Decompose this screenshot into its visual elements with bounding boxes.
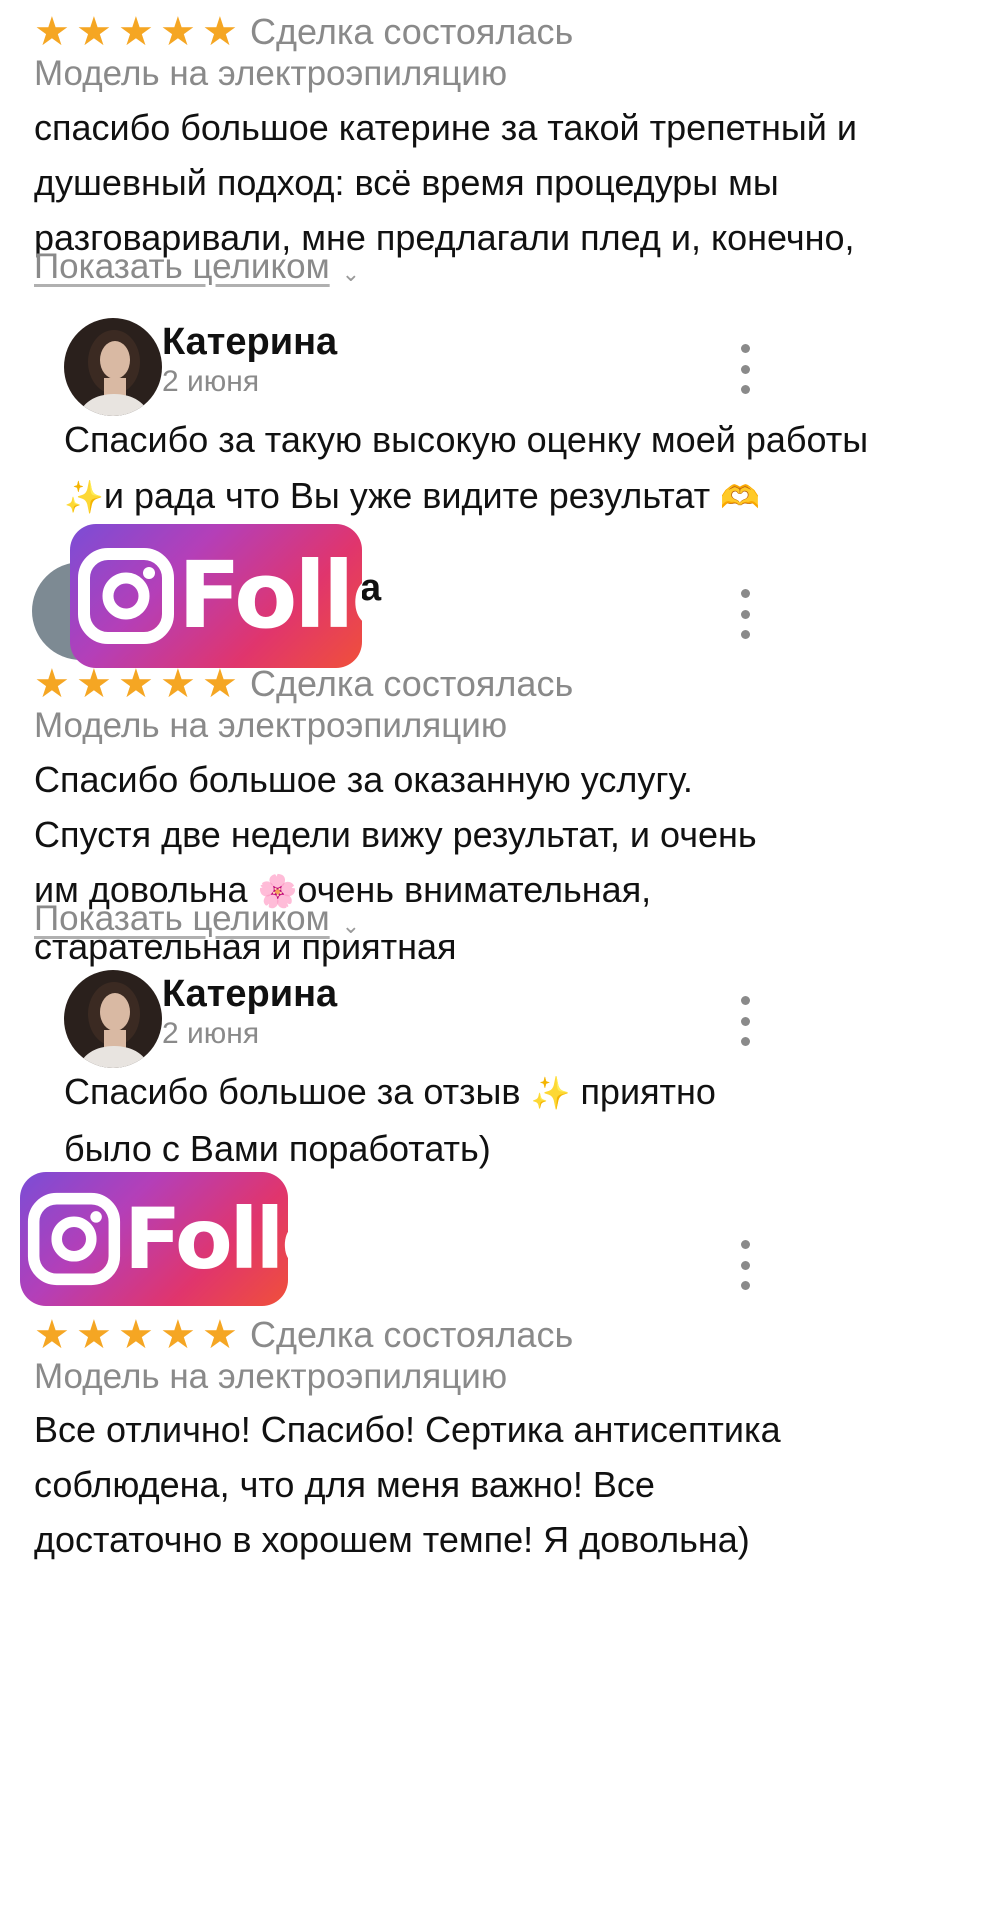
rating-stars: ★ ★ ★ ★ ★ Сделка состоялась [34,1313,573,1357]
chevron-down-icon: ⌄ [341,260,361,286]
avatar-photo [64,970,162,1068]
show-more-link[interactable]: Показать целиком ⌄ [34,245,360,289]
rating-stars: ★ ★ ★ ★ ★ Сделка состоялась [34,10,573,54]
reply-text-part: и рада что Вы уже видите результат [103,475,711,516]
star-icon: ★ [160,662,196,706]
star-icon: ★ [76,10,112,54]
instagram-icon [78,548,174,644]
reply-text: Спасибо большое за отзыв ✨ приятно было … [64,1064,764,1177]
follow-label: Follow [124,1190,288,1288]
instagram-icon [27,1192,121,1286]
service-name: Модель на электроэпиляцию [34,54,508,93]
sparkles-emoji: ✨ [64,479,104,515]
star-icon: ★ [76,1313,112,1357]
review-text: Все отлично! Спасибо! Сертика антисептик… [34,1409,781,1560]
reply-date: 2 июня [162,365,260,398]
reply-author: Катерина [162,973,338,1015]
avatar-photo [64,318,162,416]
star-icon: ★ [118,662,154,706]
reply-date: 2 июня [162,1017,260,1050]
star-icon: ★ [34,10,70,54]
service-name: Модель на электроэпиляцию [34,706,508,745]
avatar[interactable] [64,318,162,416]
star-icon: ★ [160,1313,196,1357]
star-icon: ★ [34,662,70,706]
star-icon: ★ [160,10,196,54]
instagram-follow-badge[interactable]: Follow [70,524,362,668]
heart-hands-emoji: 🫶 [720,479,760,515]
reply-text-part: Спасибо большое за отзыв [64,1071,521,1112]
show-more-label: Показать целиком [34,899,330,938]
star-icon: ★ [118,10,154,54]
reply-author: Катерина [162,321,338,363]
reply-text: Спасибо за такую высокую оценку моей раб… [64,412,944,525]
avatar[interactable] [64,970,162,1068]
more-options-icon[interactable] [730,344,760,394]
reply-text-part: Спасибо за такую высокую оценку моей раб… [64,419,869,460]
sparkles-emoji: ✨ [530,1075,571,1111]
show-more-label: Показать целиком [34,247,330,286]
chevron-down-icon: ⌄ [341,912,361,938]
star-icon: ★ [76,662,112,706]
follow-label: Follow [178,542,362,649]
service-name: Модель на электроэпиляцию [34,1357,508,1396]
star-icon: ★ [118,1313,154,1357]
reviewer-name: а [360,567,382,609]
show-more-link[interactable]: Показать целиком ⌄ [34,897,360,941]
rating-stars: ★ ★ ★ ★ ★ Сделка состоялась [34,662,573,706]
deal-status: Сделка состоялась [250,663,574,704]
review-text: спасибо большое катерине за такой трепет… [34,107,857,258]
deal-status: Сделка состоялась [250,1314,574,1355]
star-icon: ★ [202,1313,238,1357]
more-options-icon[interactable] [730,589,760,639]
instagram-follow-badge[interactable]: Follow [20,1172,288,1306]
star-icon: ★ [202,10,238,54]
deal-status: Сделка состоялась [250,11,574,52]
more-options-icon[interactable] [730,996,760,1046]
star-icon: ★ [34,1313,70,1357]
star-icon: ★ [202,662,238,706]
more-options-icon[interactable] [730,1240,760,1290]
